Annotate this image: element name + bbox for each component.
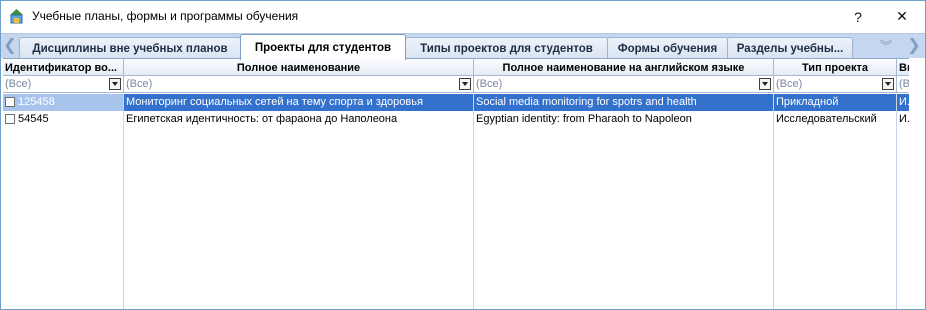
tab-curriculum-sections[interactable]: Разделы учебны... [727,37,853,59]
grid-filter-row: (Все) (Все) (Все) (Все) (Вс [3,76,909,93]
filter-dropdown-icon[interactable] [882,78,894,90]
filter-project-type-value: (Все) [776,78,803,90]
projects-grid: Идентификатор во... Полное наименование … [3,58,909,309]
window-title: Учебные планы, формы и программы обучени… [32,9,299,23]
column-divider [773,110,774,309]
cell-full-name-en[interactable]: Social media monitoring for spotrs and h… [474,94,774,111]
column-header-extra[interactable]: Ви [897,59,909,76]
filter-id[interactable]: (Все) [3,76,124,93]
column-divider [123,110,124,309]
tab-project-types[interactable]: Типы проектов для студентов [405,37,608,59]
column-header-full-name[interactable]: Полное наименование [124,59,474,76]
column-header-id[interactable]: Идентификатор во... [3,59,124,76]
tab-study-forms[interactable]: Формы обучения [607,37,728,59]
column-divider [896,110,897,309]
column-header-project-type[interactable]: Тип проекта [774,59,897,76]
close-button[interactable]: ✕ [879,1,925,32]
filter-extra[interactable]: (Вс [897,76,909,93]
cell-full-name[interactable]: Мониторинг социальных сетей на тему спор… [124,94,474,111]
tab-disciplines-outside-plans[interactable]: Дисциплины вне учебных планов [19,37,241,59]
tab-scroll-right-icon[interactable]: ❯ [907,37,921,56]
filter-dropdown-icon[interactable] [759,78,771,90]
cell-extra[interactable]: И.. [897,94,909,111]
filter-extra-value: (Вс [899,78,909,90]
column-header-full-name-en[interactable]: Полное наименование на английском языке [474,59,774,76]
cell-extra[interactable]: И.. [897,111,909,128]
filter-full-name-value: (Все) [126,78,153,90]
cell-full-name-en[interactable]: Egyptian identity: from Pharaoh to Napol… [474,111,774,128]
tab-list-chevron-icon[interactable]: ︾ [871,37,901,56]
tab-student-projects[interactable]: Проекты для студентов [240,34,406,60]
filter-id-value: (Все) [5,78,32,90]
cell-id[interactable]: 125458 [3,94,124,111]
help-button[interactable]: ? [835,1,881,32]
filter-full-name[interactable]: (Все) [124,76,474,93]
row-checkbox[interactable] [5,114,15,124]
tab-scroll-left-icon[interactable]: ❮ [3,37,17,56]
tab-strip: ❮ Дисциплины вне учебных планов Проекты … [1,33,925,60]
column-divider [473,110,474,309]
row-checkbox[interactable] [5,97,15,107]
table-row[interactable]: 125458 Мониторинг социальных сетей на те… [3,94,909,111]
filter-full-name-en[interactable]: (Все) [474,76,774,93]
filter-dropdown-icon[interactable] [459,78,471,90]
filter-dropdown-icon[interactable] [109,78,121,90]
cell-full-name[interactable]: Египетская идентичность: от фараона до Н… [124,111,474,128]
cell-project-type[interactable]: Исследовательский [774,111,897,128]
cell-id[interactable]: 54545 [3,111,124,128]
cell-project-type[interactable]: Прикладной [774,94,897,111]
app-window: Учебные планы, формы и программы обучени… [0,0,926,310]
grid-header-row: Идентификатор во... Полное наименование … [3,59,909,76]
app-icon [10,9,23,24]
filter-full-name-en-value: (Все) [476,78,503,90]
title-bar[interactable]: Учебные планы, формы и программы обучени… [1,1,925,33]
filter-project-type[interactable]: (Все) [774,76,897,93]
row-id: 125458 [18,96,55,108]
row-id: 54545 [18,113,49,125]
